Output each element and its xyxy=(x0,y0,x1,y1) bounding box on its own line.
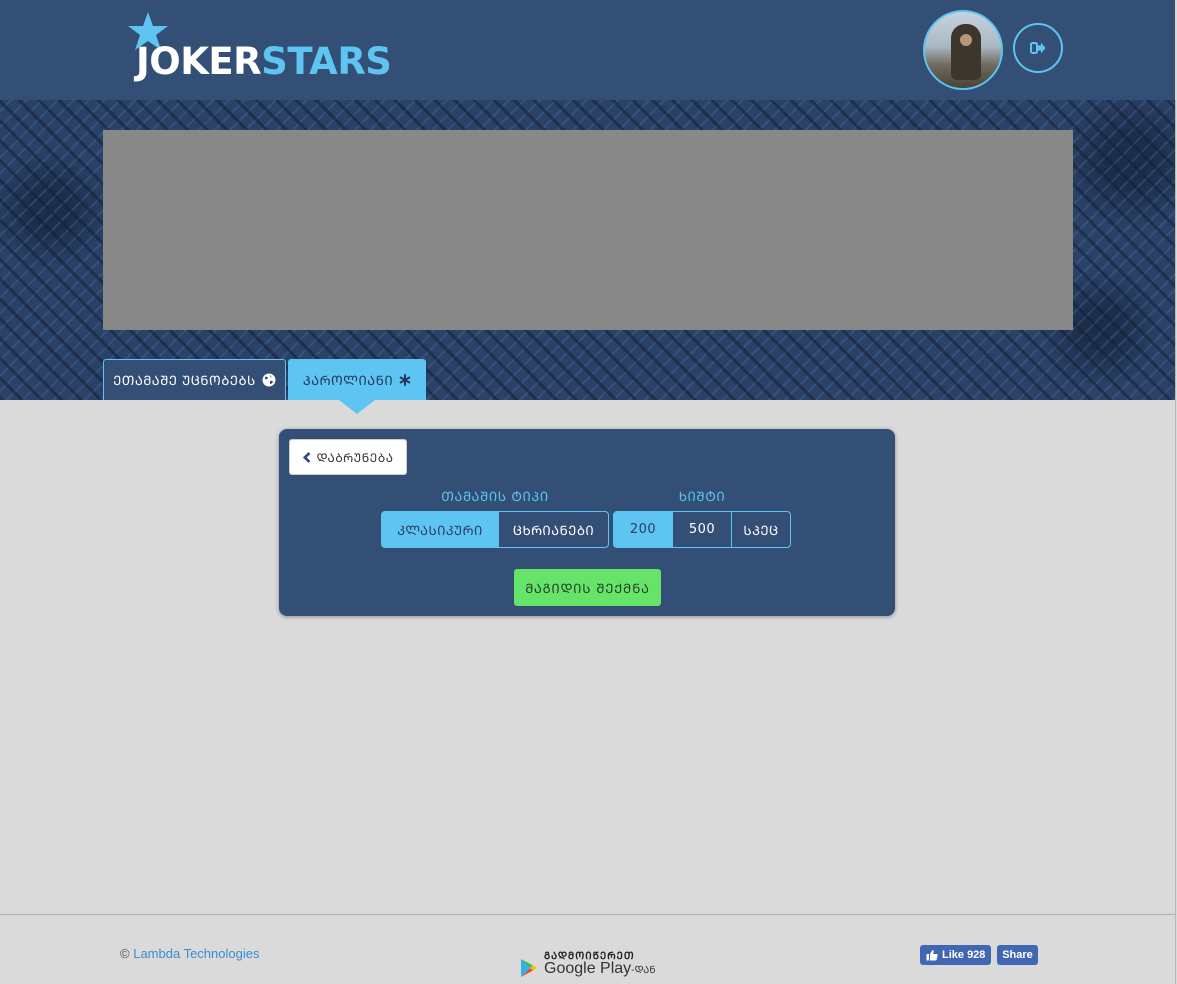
avatar[interactable] xyxy=(923,10,1003,90)
footer-divider xyxy=(0,914,1175,915)
bet-label: ᲮᲘᲨᲢᲘ xyxy=(678,490,726,505)
ad-placeholder xyxy=(103,130,1073,330)
bet-selector: 200 500 ᲡᲞᲔᲪ xyxy=(613,511,791,548)
logo-text: JOKERSTARS xyxy=(136,40,392,83)
facebook-like-label: Like 928 xyxy=(942,949,986,961)
asterisk-icon xyxy=(399,373,411,386)
sign-out-icon xyxy=(1030,42,1046,54)
active-tab-pointer xyxy=(339,400,375,414)
bet-special-option[interactable]: ᲡᲞᲔᲪ xyxy=(732,512,790,547)
create-table-button[interactable]: ᲛᲐᲒᲘᲓᲘᲡ ᲨᲔᲥᲛᲜᲐ xyxy=(514,569,661,606)
google-play-name: Google Play xyxy=(544,960,632,977)
scrollbar-edge xyxy=(1175,100,1176,984)
header: JOKERSTARS xyxy=(0,0,1175,100)
game-type-selector: ᲙᲚᲐᲡᲘᲙᲣᲠᲘ ᲪᲮᲠᲘᲐᲜᲔᲑᲘ xyxy=(381,511,609,548)
avatar-face xyxy=(960,34,972,46)
logo-stars: STARS xyxy=(261,40,392,83)
google-play-suffix: -ᲓᲐᲜ xyxy=(631,965,656,976)
facebook-like-button[interactable]: Like 928 xyxy=(920,945,992,965)
jokerstars-logo[interactable]: JOKERSTARS xyxy=(128,10,392,90)
avatar-figure xyxy=(951,24,981,80)
create-table-panel: ᲓᲐᲑᲠᲣᲜᲔᲑᲐ ᲗᲐᲛᲐᲨᲘᲡ ᲢᲘᲞᲘ ᲮᲘᲨᲢᲘ ᲙᲚᲐᲡᲘᲙᲣᲠᲘ Ც… xyxy=(279,429,895,616)
tab-password-label: ᲞᲐᲠᲝᲚᲘᲐᲜᲘ xyxy=(302,373,394,389)
tab-online-label: ᲔᲗᲐᲛᲐᲨᲔ ᲣᲪᲜᲝᲑᲔᲑᲡ xyxy=(113,374,256,389)
copyright: © Lambda Technologies xyxy=(120,946,259,961)
company-link[interactable]: Lambda Technologies xyxy=(133,946,259,961)
logo-joker: JOKER xyxy=(136,40,262,83)
google-play-badge[interactable]: ᲒᲐᲓᲛᲝᲘᲬᲔᲠᲔᲗ Google Play-ᲓᲐᲜ xyxy=(518,948,668,982)
game-type-label: ᲗᲐᲛᲐᲨᲘᲡ ᲢᲘᲞᲘ xyxy=(441,490,549,505)
game-type-classic-option[interactable]: ᲙᲚᲐᲡᲘᲙᲣᲠᲘ xyxy=(382,512,499,547)
copyright-symbol: © xyxy=(120,946,130,961)
chevron-left-icon xyxy=(302,451,310,463)
tab-password[interactable]: ᲞᲐᲠᲝᲚᲘᲐᲜᲘ xyxy=(288,359,426,400)
game-type-hot-option[interactable]: ᲪᲮᲠᲘᲐᲜᲔᲑᲘ xyxy=(499,512,608,547)
google-play-text: Google Play-ᲓᲐᲜ xyxy=(544,960,656,978)
tab-online-players[interactable]: ᲔᲗᲐᲛᲐᲨᲔ ᲣᲪᲜᲝᲑᲔᲑᲡ xyxy=(103,359,286,400)
bet-500-option[interactable]: 500 xyxy=(673,512,732,547)
pattern-banner: ᲔᲗᲐᲛᲐᲨᲔ ᲣᲪᲜᲝᲑᲔᲑᲡ ᲞᲐᲠᲝᲚᲘᲐᲜᲘ xyxy=(0,100,1175,400)
google-play-icon xyxy=(521,959,537,977)
globe-icon xyxy=(262,373,276,387)
back-button[interactable]: ᲓᲐᲑᲠᲣᲜᲔᲑᲐ xyxy=(289,439,407,475)
thumbs-up-icon xyxy=(926,950,938,961)
bet-200-option[interactable]: 200 xyxy=(614,512,673,547)
facebook-share-button[interactable]: Share xyxy=(997,945,1038,965)
logout-button[interactable] xyxy=(1013,23,1063,73)
back-button-label: ᲓᲐᲑᲠᲣᲜᲔᲑᲐ xyxy=(316,450,394,465)
